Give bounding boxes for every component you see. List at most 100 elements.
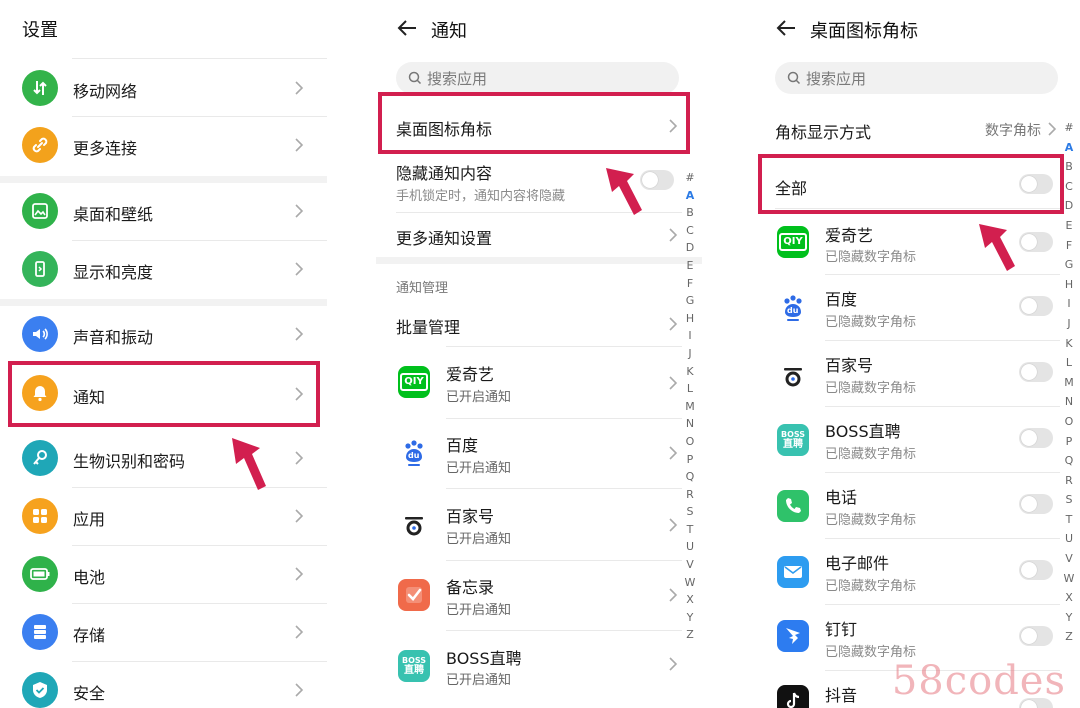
index-letter[interactable]: W — [683, 574, 697, 592]
index-letter[interactable]: P — [683, 451, 697, 469]
index-letter[interactable]: F — [1062, 236, 1076, 256]
index-letter[interactable]: G — [1062, 255, 1076, 275]
badge-app-row-email[interactable]: 电子邮件 已隐藏数字角标 — [755, 540, 1080, 604]
search-input[interactable]: 搜索应用 — [775, 62, 1058, 94]
app-badge-toggle[interactable] — [1019, 232, 1053, 252]
index-letter[interactable]: P — [1062, 432, 1076, 452]
index-letter[interactable]: T — [1062, 510, 1076, 530]
memo-app-icon — [398, 579, 430, 611]
index-letter[interactable]: L — [1062, 353, 1076, 373]
app-row-iqiyi[interactable]: QIY 爱奇艺 已开启通知 — [376, 348, 702, 418]
index-letter[interactable]: Z — [683, 626, 697, 644]
divider — [825, 406, 1060, 407]
alphabet-index[interactable]: # A B C D E F G H I J K L M N O P Q R S T U V W X Y Z — [1062, 118, 1076, 647]
index-letter[interactable]: X — [1062, 588, 1076, 608]
index-letter[interactable]: B — [1062, 157, 1076, 177]
back-arrow-icon[interactable] — [775, 17, 797, 39]
index-letter[interactable]: H — [683, 310, 697, 328]
badge-app-row-boss[interactable]: BOSS 直聘 BOSS直聘 已隐藏数字角标 — [755, 408, 1080, 472]
index-letter[interactable]: S — [1062, 490, 1076, 510]
app-badge-toggle[interactable] — [1019, 626, 1053, 646]
alphabet-index[interactable]: # A B C D E F G H I J K L M N O P Q R S T U V W X Y Z — [683, 169, 697, 644]
settings-item-biometrics-password[interactable]: 生物识别和密码 — [0, 431, 327, 487]
badge-app-row-baijiahao[interactable]: 百家号 已隐藏数字角标 — [755, 342, 1080, 406]
app-row-memo[interactable]: 备忘录 已开启通知 — [376, 562, 702, 630]
index-letter[interactable]: D — [683, 239, 697, 257]
index-letter[interactable]: K — [683, 363, 697, 381]
settings-item-apps[interactable]: 应用 — [0, 489, 327, 545]
settings-item-sound-vibration[interactable]: 声音和振动 — [0, 307, 327, 363]
index-letter[interactable]: R — [683, 486, 697, 504]
page-title: 设置 — [22, 20, 58, 41]
index-letter[interactable]: # — [1062, 118, 1076, 138]
divider — [825, 274, 1060, 275]
index-letter[interactable]: V — [1062, 549, 1076, 569]
settings-item-label: 声音和振动 — [73, 328, 154, 347]
index-letter[interactable]: D — [1062, 196, 1076, 216]
index-letter[interactable]: W — [1062, 569, 1076, 589]
index-letter[interactable]: U — [683, 538, 697, 556]
settings-item-security[interactable]: 安全 — [0, 663, 327, 708]
app-badge-toggle[interactable] — [1019, 560, 1053, 580]
index-letter[interactable]: B — [683, 204, 697, 222]
index-letter[interactable]: E — [1062, 216, 1076, 236]
baijiahao-icon — [777, 360, 809, 392]
index-letter[interactable]: Q — [683, 468, 697, 486]
app-badge-toggle[interactable] — [1019, 494, 1053, 514]
index-letter[interactable]: I — [1062, 294, 1076, 314]
index-letter[interactable]: V — [683, 556, 697, 574]
hide-content-row[interactable]: 隐藏通知内容 手机锁定时，通知内容将隐藏 — [376, 156, 702, 212]
index-letter[interactable]: Y — [683, 609, 697, 627]
settings-item-battery[interactable]: 电池 — [0, 547, 327, 603]
app-badge-toggle[interactable] — [1019, 428, 1053, 448]
index-letter[interactable]: A — [683, 187, 697, 205]
index-letter[interactable]: G — [683, 292, 697, 310]
index-letter[interactable]: L — [683, 380, 697, 398]
index-letter[interactable]: N — [1062, 392, 1076, 412]
badge-app-row-iqiyi[interactable]: QIY 爱奇艺 已隐藏数字角标 — [755, 216, 1080, 274]
iqiyi-logo-text: QIY — [779, 233, 807, 251]
index-letter[interactable]: R — [1062, 471, 1076, 491]
index-letter[interactable]: X — [683, 591, 697, 609]
app-badge-toggle[interactable] — [1019, 296, 1053, 316]
more-settings-row[interactable]: 更多通知设置 — [376, 214, 702, 258]
batch-manage-row[interactable]: 批量管理 — [376, 300, 702, 346]
index-letter[interactable]: J — [683, 345, 697, 363]
badge-app-row-baidu[interactable]: du 百度 已隐藏数字角标 — [755, 276, 1080, 340]
index-letter[interactable]: O — [683, 433, 697, 451]
settings-item-more-connections[interactable]: 更多连接 — [0, 118, 327, 174]
index-letter[interactable]: # — [683, 169, 697, 187]
index-letter[interactable]: M — [683, 398, 697, 416]
app-row-baidu[interactable]: du 百度 已开启通知 — [376, 420, 702, 488]
search-input[interactable]: 搜索应用 — [396, 62, 679, 94]
settings-item-storage[interactable]: 存储 — [0, 605, 327, 661]
settings-item-mobile-network[interactable]: 移动网络 — [0, 60, 327, 116]
badge-app-row-phone[interactable]: 电话 已隐藏数字角标 — [755, 474, 1080, 538]
settings-item-display-brightness[interactable]: 显示和亮度 — [0, 242, 327, 298]
index-letter[interactable]: S — [683, 503, 697, 521]
index-letter[interactable]: I — [683, 327, 697, 345]
display-mode-row[interactable]: 角标显示方式 数字角标 — [755, 104, 1080, 152]
index-letter[interactable]: H — [1062, 275, 1076, 295]
index-letter[interactable]: E — [683, 257, 697, 275]
app-badge-toggle[interactable] — [1019, 362, 1053, 382]
index-letter[interactable]: M — [1062, 373, 1076, 393]
index-letter[interactable]: N — [683, 415, 697, 433]
settings-item-desktop-wallpaper[interactable]: 桌面和壁纸 — [0, 184, 327, 240]
index-letter[interactable]: T — [683, 521, 697, 539]
index-letter[interactable]: K — [1062, 334, 1076, 354]
index-letter[interactable]: Q — [1062, 451, 1076, 471]
index-letter[interactable]: F — [683, 275, 697, 293]
app-row-baijiahao[interactable]: 百家号 已开启通知 — [376, 490, 702, 560]
index-letter[interactable]: Y — [1062, 608, 1076, 628]
mobile-network-icon — [22, 70, 58, 106]
index-letter[interactable]: J — [1062, 314, 1076, 334]
index-letter[interactable]: A — [1062, 138, 1076, 158]
index-letter[interactable]: U — [1062, 529, 1076, 549]
index-letter[interactable]: O — [1062, 412, 1076, 432]
app-row-boss[interactable]: BOSS 直聘 BOSS直聘 已开启通知 — [376, 632, 702, 702]
index-letter[interactable]: C — [683, 222, 697, 240]
index-letter[interactable]: Z — [1062, 627, 1076, 647]
back-arrow-icon[interactable] — [396, 17, 418, 39]
index-letter[interactable]: C — [1062, 177, 1076, 197]
